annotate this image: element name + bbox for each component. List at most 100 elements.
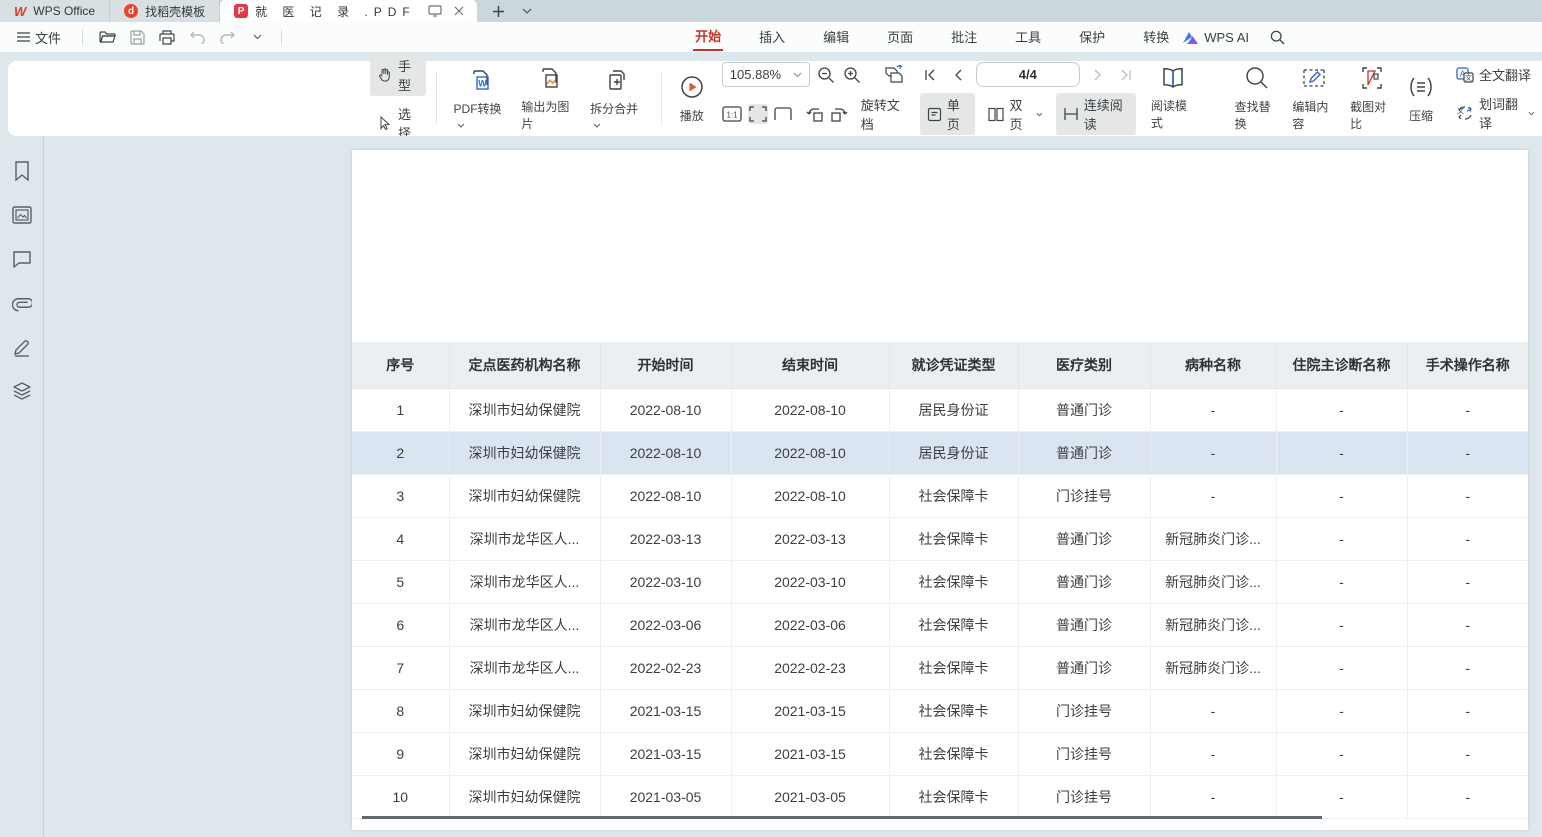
tab-docer-templates[interactable]: d 找稻壳模板 (110, 0, 220, 22)
tab-insert[interactable]: 插入 (757, 25, 787, 50)
single-page-icon (927, 107, 942, 122)
table-cell: - (1150, 689, 1276, 732)
table-cell: 社会保障卡 (889, 689, 1018, 732)
double-page-label: 双页 (1009, 95, 1031, 133)
bookmarks-panel-button[interactable] (9, 158, 35, 184)
word-translate-icon: A文 (1456, 105, 1474, 121)
present-to-screen-button[interactable] (425, 1, 445, 21)
screenshot-compare-button[interactable]: 截图对比 (1343, 63, 1401, 134)
record-table-body: 1深圳市妇幼保健院2022-08-102022-08-10居民身份证普通门诊--… (352, 388, 1528, 818)
thumbnails-panel-button[interactable] (9, 202, 35, 228)
table-cell: - (1150, 388, 1276, 431)
tab-comment[interactable]: 批注 (949, 25, 979, 50)
fit-width-button[interactable] (748, 104, 768, 124)
signature-panel-button[interactable] (9, 334, 35, 360)
tab-label: 找稻壳模板 (145, 3, 205, 20)
print-button[interactable] (157, 27, 177, 47)
compress-button[interactable]: 压缩 (1401, 72, 1441, 126)
table-cell: 2021-03-15 (600, 689, 731, 732)
table-cell: 3 (352, 474, 449, 517)
undo-button[interactable] (187, 27, 207, 47)
pdf-convert-button[interactable]: W PDF转换 (447, 65, 515, 133)
column-header: 手术操作名称 (1407, 342, 1528, 388)
close-tab-button[interactable] (449, 1, 469, 21)
word-translate-button[interactable]: A文 划词翻译 (1449, 92, 1542, 134)
new-tab-button[interactable] (489, 1, 509, 21)
layers-panel-button[interactable] (9, 378, 35, 404)
hand-tool-label: 手型 (398, 56, 419, 94)
export-image-label: 输出为图片 (521, 98, 576, 132)
hand-tool-button[interactable]: 手型 (370, 54, 426, 96)
tab-protect[interactable]: 保护 (1077, 25, 1107, 50)
menu-search-button[interactable] (1267, 27, 1287, 47)
zoom-level-select[interactable]: 105.88% (722, 62, 810, 87)
table-cell: 新冠肺炎门诊... (1150, 603, 1276, 646)
tab-tools[interactable]: 工具 (1013, 25, 1043, 50)
edit-content-button[interactable]: 编辑内容 (1285, 63, 1343, 134)
tab-edit[interactable]: 编辑 (821, 25, 851, 50)
ribbon-toolbar: 手型 选择 W PDF转换 输出为图片 拆分合并 播放 (8, 61, 1542, 136)
table-cell: - (1276, 689, 1407, 732)
play-button[interactable]: 播放 (672, 72, 712, 126)
replace-pages-button[interactable] (884, 65, 904, 85)
next-page-button[interactable] (1088, 65, 1108, 85)
compress-label: 压缩 (1409, 107, 1433, 124)
table-row: 3深圳市妇幼保健院2022-08-102022-08-10社会保障卡门诊挂号--… (352, 474, 1528, 517)
file-menu-button[interactable]: 文件 (10, 26, 68, 49)
tab-page[interactable]: 页面 (885, 25, 915, 50)
comments-panel-button[interactable] (9, 246, 35, 272)
previous-page-button[interactable] (948, 65, 968, 85)
hamburger-icon (17, 32, 30, 42)
fit-page-button[interactable] (774, 104, 792, 124)
first-page-button[interactable] (920, 65, 940, 85)
table-cell: 6 (352, 603, 449, 646)
monitor-icon (428, 5, 442, 17)
pdf-page[interactable]: 序号定点医药机构名称开始时间结束时间就诊凭证类型医疗类别病种名称住院主诊断名称手… (352, 150, 1528, 830)
table-cell: - (1407, 388, 1528, 431)
single-page-view-button[interactable]: 单页 (920, 93, 976, 135)
wps-ai-button[interactable]: WPS AI (1183, 30, 1249, 45)
table-cell: 2022-08-10 (731, 388, 889, 431)
actual-size-button[interactable]: 1:1 (722, 104, 742, 124)
tab-list-button[interactable] (517, 1, 537, 21)
undo-redo-dropdown-button[interactable] (247, 27, 267, 47)
table-row: 2深圳市妇幼保健院2022-08-102022-08-10居民身份证普通门诊--… (352, 431, 1528, 474)
tab-home[interactable]: 开始 (693, 24, 723, 51)
table-cell: 2021-03-15 (600, 732, 731, 775)
table-cell: 深圳市妇幼保健院 (449, 388, 600, 431)
table-cell: 2022-02-23 (731, 646, 889, 689)
full-text-translate-button[interactable]: A文 全文翻译 (1449, 63, 1542, 86)
export-as-image-button[interactable]: 输出为图片 (514, 63, 583, 134)
last-page-button[interactable] (1116, 65, 1136, 85)
fit-page-icon (774, 107, 792, 121)
redo-button[interactable] (217, 27, 237, 47)
tab-label: 就 医 记 录 .PDF (255, 3, 416, 20)
continuous-reading-button[interactable]: 连续阅读 (1056, 93, 1136, 135)
page-number-input[interactable] (976, 62, 1080, 87)
find-replace-button[interactable]: 查找替换 (1228, 63, 1286, 134)
read-mode-button[interactable]: 阅读模式 (1144, 64, 1202, 133)
rotate-left-button[interactable] (806, 104, 824, 124)
zoom-in-button[interactable] (842, 65, 862, 85)
double-page-view-button[interactable]: 双页 (981, 93, 1049, 135)
tab-wps-office[interactable]: W WPS Office (0, 0, 110, 22)
rotate-left-icon (806, 105, 824, 123)
tab-convert[interactable]: 转换 (1141, 25, 1171, 50)
table-cell: 门诊挂号 (1018, 732, 1150, 775)
table-cell: - (1276, 388, 1407, 431)
table-cell: - (1276, 474, 1407, 517)
embedded-horizontal-scrollbar[interactable] (362, 816, 1322, 819)
attachments-panel-button[interactable] (9, 290, 35, 316)
table-cell: 社会保障卡 (889, 646, 1018, 689)
tab-document-pdf[interactable]: P 就 医 记 录 .PDF (220, 0, 477, 22)
split-merge-button[interactable]: 拆分合并 (583, 65, 651, 133)
file-menu-label: 文件 (35, 28, 61, 47)
save-button[interactable] (127, 27, 147, 47)
zoom-out-button[interactable] (816, 65, 836, 85)
rotate-document-button[interactable]: 旋转文档 (854, 93, 908, 135)
first-page-icon (924, 69, 936, 81)
open-file-button[interactable] (97, 27, 117, 47)
rotate-right-button[interactable] (830, 104, 848, 124)
table-cell: - (1276, 517, 1407, 560)
one-to-one-icon: 1:1 (722, 106, 742, 122)
